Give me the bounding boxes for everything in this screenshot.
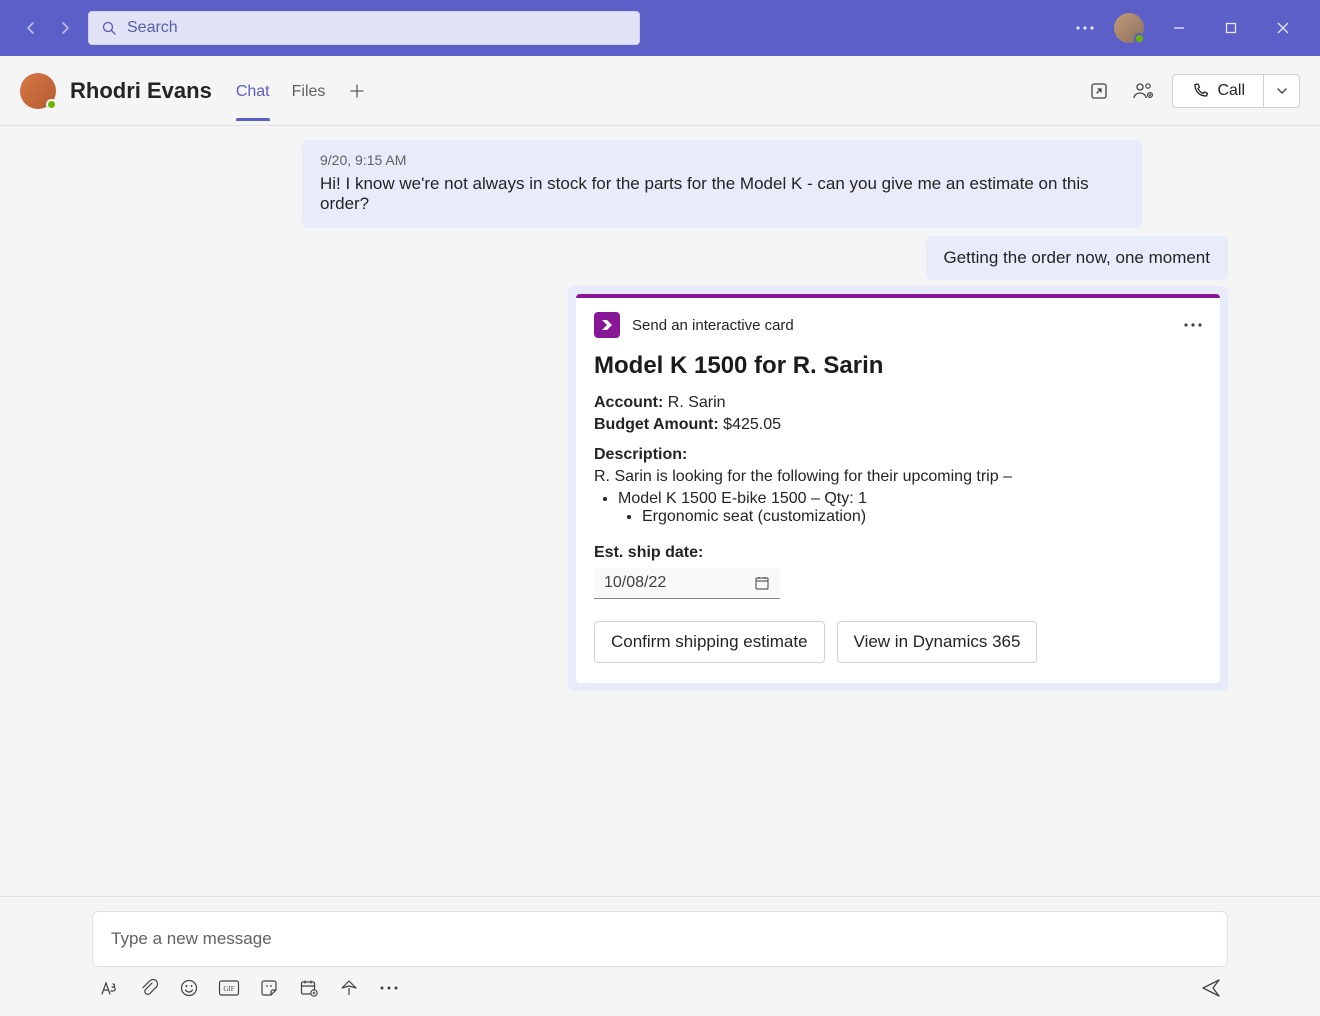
adaptive-card-message: Send an interactive card Model K 1500 fo… bbox=[568, 286, 1228, 691]
message-timestamp: 9/20, 9:15 AM bbox=[320, 152, 1124, 168]
description-text: R. Sarin is looking for the following fo… bbox=[594, 468, 1202, 486]
sub-item: Ergonomic seat (customization) bbox=[642, 508, 1202, 526]
card-sender: Send an interactive card bbox=[632, 317, 1172, 334]
presence-available-icon bbox=[1134, 33, 1145, 44]
open-app-button[interactable] bbox=[1084, 76, 1114, 106]
compose-input[interactable]: Type a new message bbox=[92, 911, 1228, 967]
incoming-message: 9/20, 9:15 AM Hi! I know we're not alway… bbox=[302, 140, 1142, 228]
message-body: Getting the order now, one moment bbox=[944, 248, 1211, 267]
stream-button[interactable] bbox=[338, 977, 360, 999]
call-options-button[interactable] bbox=[1263, 75, 1299, 107]
card-more-button[interactable] bbox=[1184, 323, 1202, 327]
window-minimize-button[interactable] bbox=[1156, 10, 1202, 46]
call-label: Call bbox=[1217, 82, 1245, 100]
nav-forward-button[interactable] bbox=[50, 13, 80, 43]
call-button[interactable]: Call bbox=[1173, 75, 1263, 107]
account-label: Account: bbox=[594, 394, 663, 411]
gif-button[interactable]: GIF bbox=[218, 977, 240, 999]
contact-avatar[interactable] bbox=[20, 73, 56, 109]
account-value: R. Sarin bbox=[668, 394, 726, 411]
window-maximize-button[interactable] bbox=[1208, 10, 1254, 46]
emoji-button[interactable] bbox=[178, 977, 200, 999]
svg-text:GIF: GIF bbox=[223, 985, 234, 993]
ship-date-input[interactable]: 10/08/22 bbox=[594, 568, 780, 599]
search-input[interactable]: Search bbox=[88, 11, 640, 45]
calendar-icon bbox=[754, 575, 770, 591]
window-close-button[interactable] bbox=[1260, 10, 1306, 46]
add-tab-button[interactable] bbox=[347, 81, 367, 101]
chat-title: Rhodri Evans bbox=[70, 78, 212, 104]
schedule-meeting-button[interactable] bbox=[298, 977, 320, 999]
compose-area: Type a new message GIF bbox=[0, 896, 1320, 1016]
ship-date-value: 10/08/22 bbox=[604, 574, 666, 592]
attach-button[interactable] bbox=[138, 977, 160, 999]
outgoing-message: Getting the order now, one moment bbox=[926, 236, 1229, 280]
profile-avatar[interactable] bbox=[1114, 13, 1144, 43]
view-dynamics-button[interactable]: View in Dynamics 365 bbox=[837, 621, 1038, 663]
ship-date-label: Est. ship date: bbox=[594, 544, 1202, 562]
phone-icon bbox=[1191, 82, 1209, 100]
more-compose-button[interactable] bbox=[378, 977, 400, 999]
more-options-button[interactable] bbox=[1068, 11, 1102, 45]
send-button[interactable] bbox=[1200, 977, 1222, 999]
title-bar: Search bbox=[0, 0, 1320, 56]
card-title: Model K 1500 for R. Sarin bbox=[594, 352, 1202, 380]
add-people-button[interactable] bbox=[1128, 76, 1158, 106]
line-item: Model K 1500 E-bike 1500 – Qty: 1 bbox=[618, 490, 1202, 508]
power-automate-icon bbox=[594, 312, 620, 338]
chat-header: Rhodri Evans Chat Files Call bbox=[0, 56, 1320, 126]
format-button[interactable] bbox=[98, 977, 120, 999]
search-placeholder: Search bbox=[127, 19, 178, 37]
budget-label: Budget Amount: bbox=[594, 416, 719, 433]
presence-available-icon bbox=[46, 99, 57, 110]
budget-value: $425.05 bbox=[723, 416, 781, 433]
description-label: Description: bbox=[594, 446, 1202, 464]
message-body: Hi! I know we're not always in stock for… bbox=[320, 174, 1124, 214]
compose-placeholder: Type a new message bbox=[111, 929, 272, 949]
chat-messages: 9/20, 9:15 AM Hi! I know we're not alway… bbox=[0, 126, 1320, 896]
confirm-shipping-button[interactable]: Confirm shipping estimate bbox=[594, 621, 825, 663]
sticker-button[interactable] bbox=[258, 977, 280, 999]
nav-back-button[interactable] bbox=[16, 13, 46, 43]
search-icon bbox=[101, 20, 117, 36]
tab-chat[interactable]: Chat bbox=[236, 61, 270, 121]
tab-files[interactable]: Files bbox=[292, 61, 326, 121]
